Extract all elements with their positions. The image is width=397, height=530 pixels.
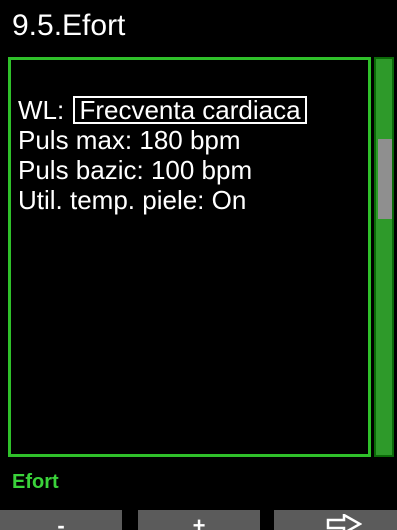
next-button[interactable] — [274, 510, 397, 530]
wl-label: WL: — [18, 95, 65, 125]
scroll-thumb[interactable] — [378, 139, 392, 219]
mode-label: Efort — [12, 471, 59, 493]
softkey-bar: - + — [0, 510, 397, 530]
puls-bazic-row[interactable]: Puls bazic: 100 bpm — [18, 155, 307, 185]
wl-value-selected[interactable]: Frecventa cardiaca — [73, 96, 307, 124]
minus-button[interactable]: - — [0, 510, 122, 530]
wl-row[interactable]: WL: Frecventa cardiaca — [18, 95, 307, 125]
settings-list: WL: Frecventa cardiaca Puls max: 180 bpm… — [18, 95, 307, 215]
puls-max-row[interactable]: Puls max: 180 bpm — [18, 125, 307, 155]
arrow-right-icon — [326, 514, 362, 530]
plus-button[interactable]: + — [138, 510, 260, 530]
scrollbar[interactable] — [374, 57, 394, 457]
page-title: 9.5.Efort — [12, 9, 126, 42]
util-temp-piele-row[interactable]: Util. temp. piele: On — [18, 185, 307, 215]
